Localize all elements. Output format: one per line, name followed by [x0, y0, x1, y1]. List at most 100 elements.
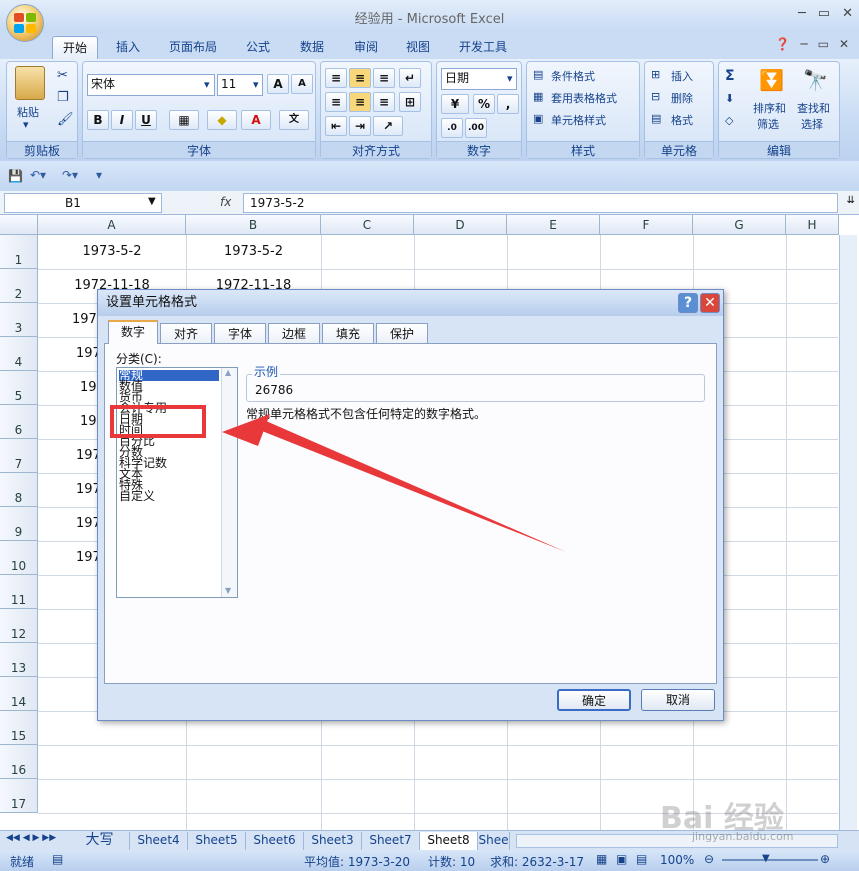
- zoom-in-icon[interactable]: ⊕: [820, 852, 830, 866]
- cell-a5[interactable]: 19: [80, 380, 97, 395]
- row-header[interactable]: 13: [0, 643, 38, 677]
- row-header[interactable]: 2: [0, 269, 38, 303]
- sort-filter-line1[interactable]: 排序和: [753, 100, 786, 116]
- column-header-b[interactable]: B: [186, 215, 321, 235]
- page-layout-view-icon[interactable]: ▣: [616, 852, 627, 866]
- dialog-tab-border[interactable]: 边框: [268, 323, 320, 344]
- row-header[interactable]: 5: [0, 371, 38, 405]
- shrink-font-button[interactable]: A: [291, 74, 313, 94]
- dialog-close-button[interactable]: ✕: [700, 293, 720, 313]
- macro-record-icon[interactable]: ▤: [52, 852, 63, 866]
- sheet-tab-sheet-partial[interactable]: Shee: [478, 832, 510, 850]
- column-header-f[interactable]: F: [600, 215, 693, 235]
- row-header[interactable]: 4: [0, 337, 38, 371]
- row-header[interactable]: 16: [0, 745, 38, 779]
- tab-home[interactable]: 开始: [52, 36, 98, 59]
- tab-page-layout[interactable]: 页面布局: [160, 36, 226, 59]
- dialog-tab-alignment[interactable]: 对齐: [160, 323, 212, 344]
- page-break-view-icon[interactable]: ▤: [636, 852, 647, 866]
- column-header-g[interactable]: G: [693, 215, 786, 235]
- undo-icon[interactable]: ↶▾: [30, 168, 46, 182]
- fx-icon[interactable]: fx: [220, 195, 231, 209]
- sheet-tab-sheet6[interactable]: Sheet6: [246, 832, 304, 850]
- row-header[interactable]: 14: [0, 677, 38, 711]
- tab-formulas[interactable]: 公式: [236, 36, 280, 59]
- align-right-icon[interactable]: ≡: [373, 92, 395, 112]
- category-custom[interactable]: 自定义: [119, 490, 219, 502]
- tab-view[interactable]: 视图: [396, 36, 440, 59]
- column-header-h[interactable]: H: [786, 215, 839, 235]
- align-left-icon[interactable]: ≡: [325, 92, 347, 112]
- zoom-slider-thumb-icon[interactable]: ▼: [762, 853, 770, 864]
- table-format-button[interactable]: 套用表格格式: [551, 90, 617, 106]
- name-box[interactable]: B1: [4, 193, 162, 213]
- format-painter-icon[interactable]: 🖌: [57, 112, 74, 127]
- dialog-tab-protection[interactable]: 保护: [376, 323, 428, 344]
- zoom-out-icon[interactable]: ⊖: [704, 852, 714, 866]
- cancel-button[interactable]: 取消: [641, 689, 715, 711]
- clear-icon[interactable]: ◇: [725, 114, 733, 127]
- close-icon[interactable]: ✕: [842, 6, 853, 21]
- row-header[interactable]: 7: [0, 439, 38, 473]
- fill-color-icon[interactable]: ◆: [207, 110, 237, 130]
- row-header[interactable]: 9: [0, 507, 38, 541]
- border-icon[interactable]: ▦: [169, 110, 199, 130]
- sheet-tab-sheet8[interactable]: Sheet8: [420, 832, 478, 850]
- sort-filter-line2[interactable]: 筛选: [757, 116, 779, 132]
- row-header[interactable]: 3: [0, 303, 38, 337]
- minimize-icon[interactable]: ─: [798, 6, 806, 21]
- zoom-level[interactable]: 100%: [660, 853, 694, 867]
- row-header[interactable]: 1: [0, 235, 38, 269]
- customize-qat-icon[interactable]: ▾: [96, 168, 102, 182]
- office-button[interactable]: [6, 4, 44, 42]
- vertical-scrollbar[interactable]: [839, 235, 857, 830]
- column-header-a[interactable]: A: [38, 215, 186, 235]
- font-color-button[interactable]: A: [241, 110, 271, 130]
- autosum-button[interactable]: Σ: [725, 68, 735, 84]
- bold-button[interactable]: B: [87, 110, 109, 130]
- normal-view-icon[interactable]: ▦: [596, 852, 607, 866]
- chevron-down-icon[interactable]: ▾: [507, 72, 513, 85]
- row-header[interactable]: 6: [0, 405, 38, 439]
- name-box-dropdown-icon[interactable]: ▼: [148, 196, 156, 207]
- decrease-decimal-icon[interactable]: .00: [465, 118, 487, 138]
- tab-developer[interactable]: 开发工具: [450, 36, 516, 59]
- paste-dropdown-icon[interactable]: ▾: [23, 118, 29, 131]
- row-header[interactable]: 8: [0, 473, 38, 507]
- formula-input[interactable]: 1973-5-2: [243, 193, 838, 213]
- column-header-d[interactable]: D: [414, 215, 507, 235]
- sheet-tab-sheet3[interactable]: Sheet3: [304, 832, 362, 850]
- redo-icon[interactable]: ↷▾: [62, 168, 78, 182]
- currency-icon[interactable]: ¥: [441, 94, 469, 114]
- increase-indent-icon[interactable]: ⇥: [349, 116, 371, 136]
- chevron-down-icon[interactable]: ▾: [204, 78, 210, 91]
- align-bottom-icon[interactable]: ≡: [373, 68, 395, 88]
- scroll-up-icon[interactable]: ▲: [225, 368, 231, 377]
- column-header-c[interactable]: C: [321, 215, 414, 235]
- zoom-slider[interactable]: [722, 859, 818, 861]
- ok-button[interactable]: 确定: [557, 689, 631, 711]
- dialog-help-button[interactable]: ?: [678, 293, 698, 313]
- select-all-corner[interactable]: [0, 215, 38, 235]
- merge-center-icon[interactable]: ⊞: [399, 92, 421, 112]
- sheet-tab-sheet4[interactable]: Sheet4: [130, 832, 188, 850]
- column-header-e[interactable]: E: [507, 215, 600, 235]
- tab-review[interactable]: 审阅: [344, 36, 388, 59]
- fill-icon[interactable]: ⬇: [725, 92, 734, 105]
- category-list[interactable]: 常规 数值 货币 会计专用 日期 时间 百分比 分数 科学记数 文本 特殊 自定…: [116, 367, 238, 598]
- scroll-down-icon[interactable]: ▼: [225, 586, 231, 595]
- dialog-tab-fill[interactable]: 填充: [322, 323, 374, 344]
- phonetic-icon[interactable]: 文: [279, 110, 309, 130]
- comma-button[interactable]: ,: [497, 94, 519, 114]
- cut-icon[interactable]: ✂: [57, 68, 68, 83]
- sheet-tab-daxie[interactable]: 大写: [70, 832, 130, 850]
- help-icon[interactable]: ❓: [775, 37, 790, 51]
- copy-icon[interactable]: ❐: [57, 90, 69, 105]
- row-header[interactable]: 17: [0, 779, 38, 813]
- orientation-icon[interactable]: ↗: [373, 116, 403, 136]
- sheet-nav-icon[interactable]: ◀◀ ◀ ▶ ▶▶: [6, 833, 56, 843]
- expand-formula-icon[interactable]: ⇊: [847, 195, 855, 206]
- find-select-line1[interactable]: 查找和: [797, 100, 830, 116]
- cell-styles-button[interactable]: 单元格样式: [551, 112, 606, 128]
- number-format-dropdown[interactable]: 日期: [441, 68, 517, 90]
